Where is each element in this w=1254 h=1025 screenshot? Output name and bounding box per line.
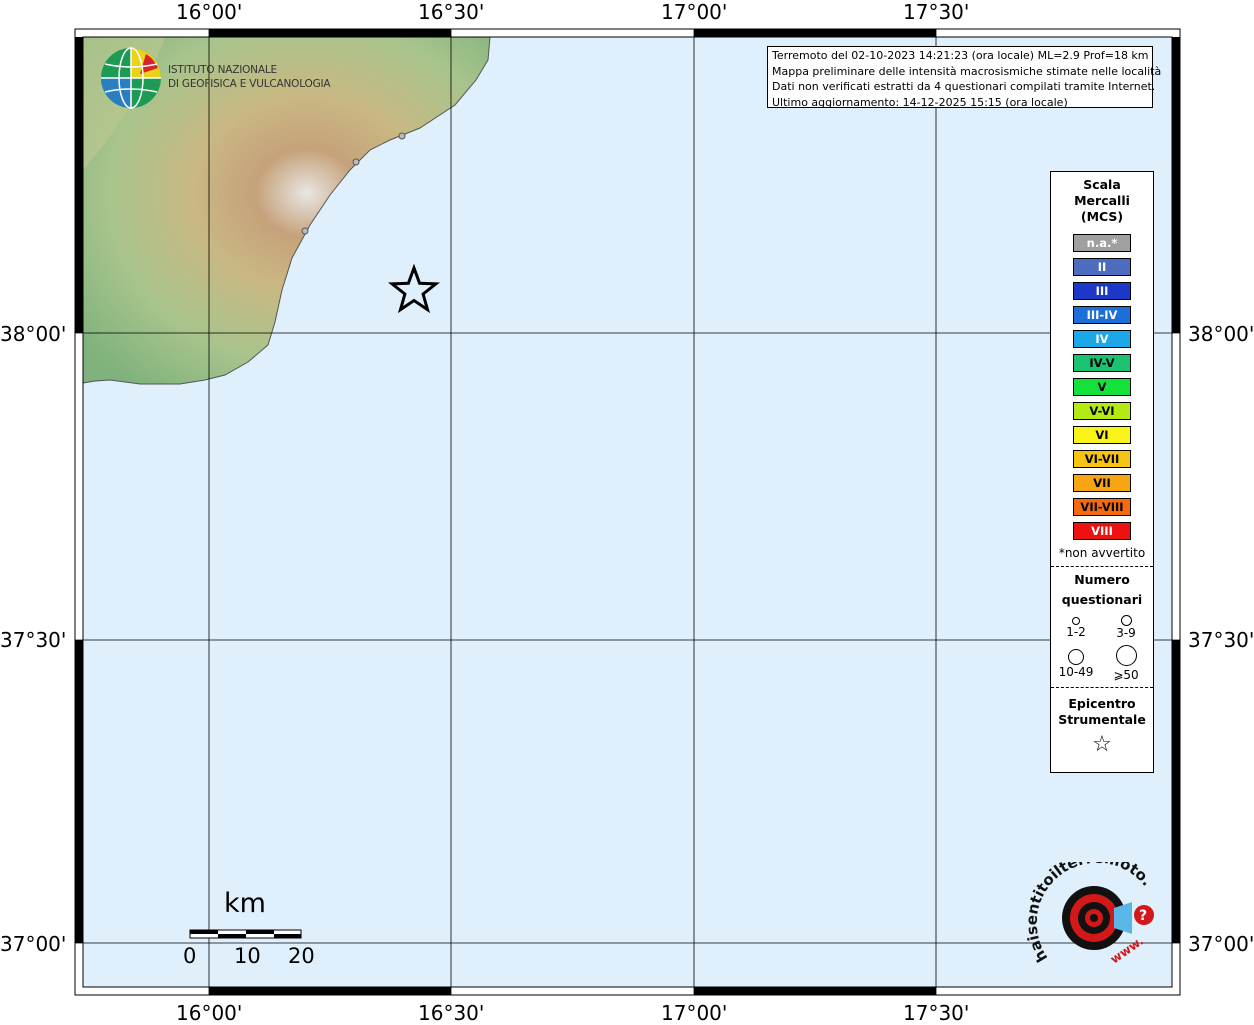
lat-label-right: 37°30' xyxy=(1188,628,1254,652)
mcs-scale-item: V-VI xyxy=(1073,402,1131,420)
legend-footnote: *non avvertito xyxy=(1058,546,1146,560)
q-size-3-9: 3-9 xyxy=(1103,615,1149,640)
lat-label-left: 37°30' xyxy=(0,628,67,652)
lat-label-right: 38°00' xyxy=(1188,322,1254,346)
lat-label-left: 38°00' xyxy=(0,322,67,346)
epicenter-title: Strumentale xyxy=(1058,712,1146,727)
mcs-scale-item: VII xyxy=(1073,474,1131,492)
ingv-globe-icon xyxy=(101,47,161,109)
ingv-name-line1: ISTITUTO NAZIONALE xyxy=(168,64,277,76)
town-marker xyxy=(352,158,360,166)
q-label: ⩾50 xyxy=(1113,668,1139,682)
epicenter-title: Epicentro xyxy=(1068,696,1136,711)
legend-title: Mercalli xyxy=(1074,193,1130,208)
lat-label-right: 37°00' xyxy=(1188,932,1254,956)
mcs-scale-item: III-IV xyxy=(1073,306,1131,324)
scale-tick: 20 xyxy=(288,944,315,968)
lon-label-bottom: 16°00' xyxy=(176,1001,243,1025)
q-label: 3-9 xyxy=(1116,626,1136,640)
scale-bar: km 0 10 20 xyxy=(183,888,316,968)
event-info-line: Mappa preliminare delle intensità macros… xyxy=(772,64,1162,78)
questionari-sizes: 1-2 3-9 10-49 ⩾50 xyxy=(1051,611,1153,691)
mcs-scale-item: III xyxy=(1073,282,1131,300)
mcs-scale-item: VI xyxy=(1073,426,1131,444)
mcs-scale-item: IV xyxy=(1073,330,1131,348)
mcs-scale-item: VII-VIII xyxy=(1073,498,1131,516)
q-size-1-2: 1-2 xyxy=(1053,615,1099,639)
lon-label-top: 16°30' xyxy=(418,0,485,24)
mcs-scale-item: IV-V xyxy=(1073,354,1131,372)
event-info-line: Dati non verificati estratti da 4 questi… xyxy=(772,80,1156,93)
q-size-50plus: ⩾50 xyxy=(1103,645,1149,682)
q-label: 10-49 xyxy=(1058,665,1094,679)
intensity-legend: Scala Mercalli (MCS) n.a.* II III III-IV IV I… xyxy=(1050,171,1154,773)
scale-bar-graphic xyxy=(189,929,302,939)
scale-tick: 10 xyxy=(234,944,261,968)
event-info-box: Terremoto del 02-10-2023 14:21:23 (ora l… xyxy=(767,46,1162,109)
scale-tick: 0 xyxy=(183,944,197,968)
mcs-scale-item: n.a.* xyxy=(1073,234,1131,252)
lon-label-top: 17°00' xyxy=(661,0,728,24)
q-size-10-49: 10-49 xyxy=(1053,649,1099,679)
lat-label-left: 37°00' xyxy=(0,932,67,956)
event-info-line: Terremoto del 02-10-2023 14:21:23 (ora l… xyxy=(772,49,1149,62)
ingv-name-line2: DI GEOFISICA E VULCANOLOGIA xyxy=(168,78,331,90)
mcs-scale-item: VI-VII xyxy=(1073,450,1131,468)
q-label: 1-2 xyxy=(1066,625,1086,639)
lon-label-top: 17°30' xyxy=(903,0,970,24)
haisentito-logo: ? haisentitoilterremoto.it www. xyxy=(1022,848,1166,986)
questionari-title: questionari xyxy=(1061,592,1143,607)
svg-text:?: ? xyxy=(1139,908,1147,924)
mcs-scale-item: II xyxy=(1073,258,1131,276)
mcs-scale-item: VIII xyxy=(1073,522,1131,540)
town-marker xyxy=(398,132,406,140)
town-marker xyxy=(301,227,309,235)
lon-label-bottom: 17°00' xyxy=(661,1001,728,1025)
epicenter-legend-star-icon: ☆ xyxy=(1092,732,1112,757)
event-info-line: Ultimo aggiornamento: 14-12-2025 15:15 (… xyxy=(772,95,1068,109)
mcs-scale-list: n.a.* II III III-IV IV IV-V V V-VI VI VI-VII VII VI… xyxy=(1051,234,1153,540)
scale-unit: km xyxy=(224,888,266,919)
lon-label-bottom: 17°30' xyxy=(903,1001,970,1025)
lon-label-bottom: 16°30' xyxy=(418,1001,485,1025)
questionari-title: Numero xyxy=(1074,572,1130,587)
lon-label-top: 16°00' xyxy=(176,0,243,24)
legend-title: Scala xyxy=(1083,177,1121,192)
mcs-scale-item: V xyxy=(1073,378,1131,396)
legend-title: (MCS) xyxy=(1080,209,1124,224)
